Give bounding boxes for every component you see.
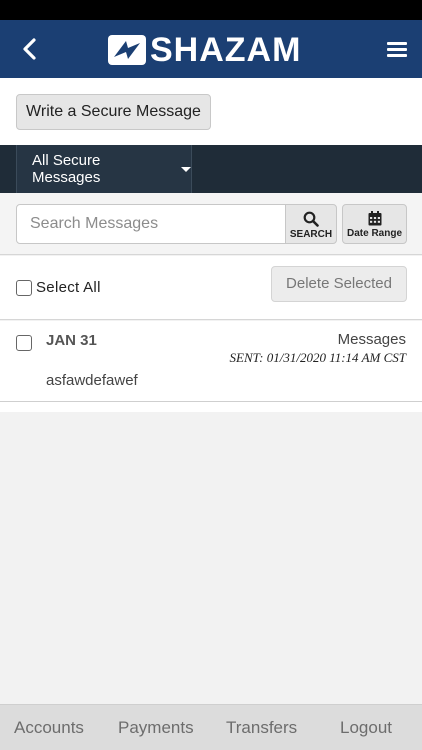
search-button-label: SEARCH — [289, 229, 333, 240]
select-all-label[interactable]: Select All — [36, 279, 101, 296]
compose-area: Write a Secure Message — [0, 78, 422, 145]
delete-selected-button[interactable]: Delete Selected — [271, 266, 407, 302]
select-all-checkbox[interactable] — [16, 280, 32, 296]
message-date: JAN 31 — [46, 332, 97, 349]
search-input[interactable] — [16, 204, 286, 244]
message-type: Messages — [337, 331, 406, 348]
empty-content-area — [0, 412, 422, 704]
calendar-icon — [368, 211, 381, 226]
brand-name: SHAZAM — [150, 31, 302, 69]
nav-logout[interactable]: Logout — [340, 718, 392, 738]
app-header: SHAZAM — [0, 20, 422, 78]
nav-transfers[interactable]: Transfers — [226, 718, 297, 738]
bottom-nav: Accounts Payments Transfers Logout — [0, 704, 422, 750]
message-list-item[interactable]: JAN 31 Messages SENT: 01/31/2020 11:14 A… — [0, 321, 422, 402]
write-secure-message-button[interactable]: Write a Secure Message — [16, 94, 211, 130]
chevron-left-icon[interactable] — [18, 37, 42, 61]
brand-logo: SHAZAM — [108, 30, 301, 70]
search-button[interactable]: SEARCH — [285, 204, 337, 244]
filter-bar: All Secure Messages — [0, 145, 422, 193]
status-bar — [0, 0, 422, 20]
search-icon — [303, 211, 319, 227]
message-sent-timestamp: SENT: 01/31/2020 11:14 AM CST — [229, 350, 406, 365]
message-subject: asfawdefawef — [46, 372, 138, 389]
date-range-button[interactable]: Date Range — [342, 204, 407, 244]
shazam-bolt-icon — [108, 35, 146, 65]
nav-accounts[interactable]: Accounts — [14, 718, 84, 738]
selection-row: Select All Delete Selected — [0, 256, 422, 320]
hamburger-menu-icon[interactable] — [386, 39, 408, 59]
message-checkbox[interactable] — [16, 335, 32, 351]
nav-payments[interactable]: Payments — [118, 718, 194, 738]
date-range-button-label: Date Range — [346, 228, 402, 239]
filter-selected-label: All Secure Messages — [32, 152, 101, 186]
message-filter-dropdown[interactable]: All Secure Messages — [16, 145, 192, 193]
list-end-spacer — [0, 402, 422, 412]
search-area: SEARCH Date Range — [0, 193, 422, 255]
caret-down-icon — [181, 166, 191, 172]
